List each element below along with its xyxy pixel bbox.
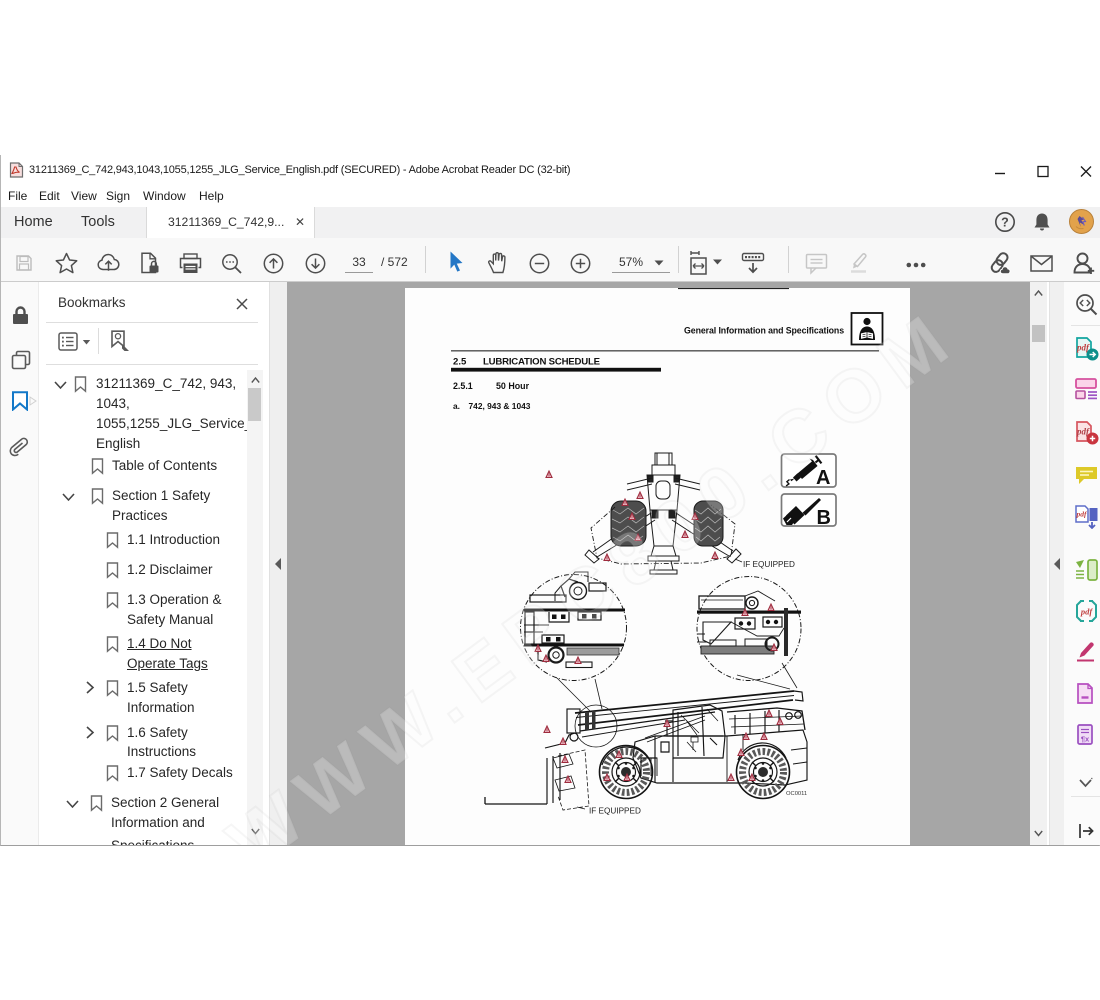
svg-text:LUBRICATION SCHEDULE: LUBRICATION SCHEDULE [483, 357, 601, 368]
svg-text:General Information and Specif: General Information and Specifications [684, 326, 844, 336]
svg-text:¶x: ¶x [1081, 735, 1090, 744]
svg-text:742, 943 & 1043: 742, 943 & 1043 [469, 401, 531, 411]
svg-text:A: A [816, 467, 830, 489]
svg-text:a.: a. [453, 401, 460, 411]
svg-text:?: ? [1001, 215, 1009, 229]
svg-text:2.5.1: 2.5.1 [453, 381, 473, 391]
svg-text:pdf: pdf [1080, 607, 1094, 617]
svg-text:2.5: 2.5 [453, 357, 467, 368]
svg-text:IF EQUIPPED: IF EQUIPPED [743, 560, 795, 569]
svg-text:B: B [817, 507, 831, 529]
svg-text:IF EQUIPPED: IF EQUIPPED [589, 807, 641, 816]
svg-text:50 Hour: 50 Hour [496, 381, 530, 391]
svg-text:pdf: pdf [1076, 510, 1089, 519]
svg-text:OC0011: OC0011 [786, 791, 807, 797]
